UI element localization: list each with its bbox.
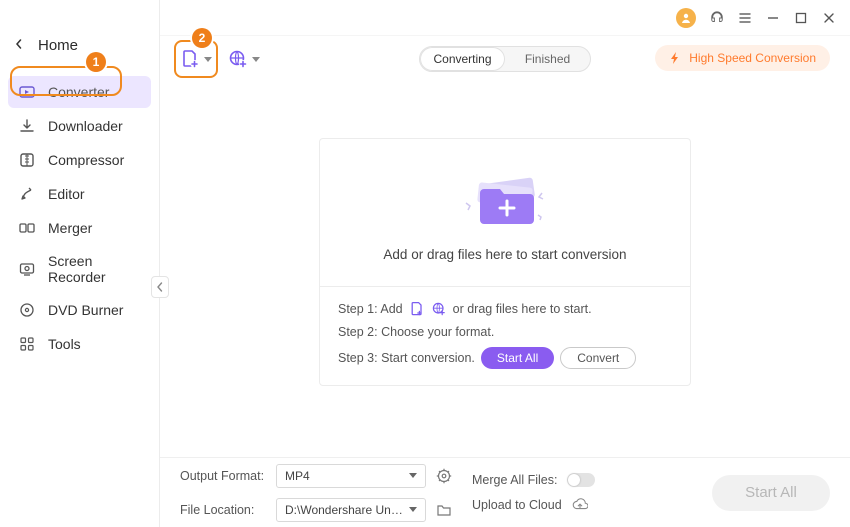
dvd-burner-icon	[18, 301, 36, 319]
sidebar-item-label: Merger	[48, 220, 92, 236]
upload-row: Upload to Cloud	[472, 497, 595, 513]
cloud-upload-icon[interactable]	[572, 497, 588, 513]
drop-message: Add or drag files here to start conversi…	[383, 247, 626, 262]
sidebar-item-screen-recorder[interactable]: Screen Recorder	[8, 246, 151, 292]
file-location-select[interactable]: D:\Wondershare UniConverter 1	[276, 498, 426, 522]
sidebar-item-compressor[interactable]: Compressor	[8, 144, 151, 176]
step1-pre: Step 1: Add	[338, 302, 403, 316]
file-location-label: File Location:	[180, 503, 266, 517]
add-url-button[interactable]	[228, 43, 260, 75]
sidebar-item-label: Screen Recorder	[48, 253, 141, 285]
status-tabs: Converting Finished	[419, 46, 591, 72]
sidebar-item-merger[interactable]: Merger	[8, 212, 151, 244]
add-file-button[interactable]	[180, 43, 212, 75]
user-icon	[680, 12, 692, 24]
folder-plus-icon	[450, 163, 560, 233]
high-speed-conversion-button[interactable]: High Speed Conversion	[655, 45, 830, 71]
drop-panel: Add or drag files here to start conversi…	[319, 138, 691, 386]
sidebar-item-label: Converter	[48, 84, 109, 100]
step-3: Step 3: Start conversion. Start All Conv…	[338, 347, 672, 369]
bolt-icon	[669, 52, 681, 64]
menu-icon[interactable]	[738, 11, 752, 25]
file-location-value: D:\Wondershare UniConverter 1	[285, 503, 405, 517]
chevron-down-icon	[409, 473, 417, 478]
sidebar-item-label: DVD Burner	[48, 302, 123, 318]
minimize-button[interactable]	[766, 11, 780, 25]
add-url-icon	[228, 49, 248, 69]
file-location-row: File Location: D:\Wondershare UniConvert…	[180, 498, 452, 522]
step1-post: or drag files here to start.	[453, 302, 592, 316]
sidebar-item-label: Tools	[48, 336, 81, 352]
merge-label: Merge All Files:	[472, 473, 557, 487]
open-folder-icon[interactable]	[436, 502, 452, 518]
output-format-label: Output Format:	[180, 469, 266, 483]
output-format-row: Output Format: MP4	[180, 464, 452, 488]
chevron-down-icon	[409, 507, 417, 512]
editor-icon	[18, 185, 36, 203]
toolbar: 2 Converting Finished High Speed Convers…	[160, 36, 850, 82]
close-button[interactable]	[822, 11, 836, 25]
sidebar-item-label: Compressor	[48, 152, 124, 168]
sidebar-item-dvd-burner[interactable]: DVD Burner	[8, 294, 151, 326]
workspace: Add or drag files here to start conversi…	[160, 82, 850, 457]
step-1: Step 1: Add or drag files here to start.	[338, 301, 672, 317]
extra-settings: Merge All Files: Upload to Cloud	[472, 473, 595, 513]
bottom-bar: Output Format: MP4 File Location: D:\Won…	[160, 457, 850, 527]
merge-row: Merge All Files:	[472, 473, 595, 487]
compressor-icon	[18, 151, 36, 169]
converter-icon	[18, 83, 36, 101]
sidebar-nav: Converter Downloader Compressor Editor	[8, 76, 151, 360]
output-settings: Output Format: MP4 File Location: D:\Won…	[180, 464, 452, 522]
titlebar	[160, 0, 850, 36]
merger-icon	[18, 219, 36, 237]
sidebar-item-converter[interactable]: Converter	[8, 76, 151, 108]
avatar[interactable]	[676, 8, 696, 28]
tab-finished[interactable]: Finished	[505, 47, 590, 71]
sidebar: Home Converter Downloader Compressor	[0, 0, 160, 527]
convert-pill[interactable]: Convert	[560, 347, 636, 369]
downloader-icon	[18, 117, 36, 135]
chevron-left-icon	[14, 36, 24, 54]
sidebar-item-label: Downloader	[48, 118, 123, 134]
main-area: 2 Converting Finished High Speed Convers…	[160, 0, 850, 527]
tools-icon	[18, 335, 36, 353]
maximize-button[interactable]	[794, 11, 808, 25]
add-url-icon	[431, 301, 447, 317]
merge-toggle[interactable]	[567, 473, 595, 487]
annotation-badge-1: 1	[86, 52, 106, 72]
sidebar-item-label: Editor	[48, 186, 85, 202]
support-icon[interactable]	[710, 11, 724, 25]
drop-zone[interactable]: Add or drag files here to start conversi…	[320, 139, 690, 287]
output-settings-icon[interactable]	[436, 468, 452, 484]
back-home[interactable]: Home	[8, 32, 151, 70]
tab-converting[interactable]: Converting	[420, 47, 505, 71]
upload-label: Upload to Cloud	[472, 498, 562, 512]
sidebar-item-tools[interactable]: Tools	[8, 328, 151, 360]
start-all-button[interactable]: Start All	[712, 475, 830, 511]
annotation-badge-2: 2	[192, 28, 212, 48]
app-window: Home Converter Downloader Compressor	[0, 0, 850, 527]
add-file-icon	[180, 49, 200, 69]
step-2: Step 2: Choose your format.	[338, 325, 672, 339]
back-home-label: Home	[38, 37, 78, 54]
output-format-select[interactable]: MP4	[276, 464, 426, 488]
start-all-pill[interactable]: Start All	[481, 347, 554, 369]
steps-area: Step 1: Add or drag files here to start.…	[320, 287, 690, 385]
output-format-value: MP4	[285, 469, 310, 483]
sidebar-item-downloader[interactable]: Downloader	[8, 110, 151, 142]
screen-recorder-icon	[18, 260, 36, 278]
add-file-icon	[409, 301, 425, 317]
step3-text: Step 3: Start conversion.	[338, 351, 475, 365]
sidebar-item-editor[interactable]: Editor	[8, 178, 151, 210]
high-speed-label: High Speed Conversion	[689, 51, 816, 65]
